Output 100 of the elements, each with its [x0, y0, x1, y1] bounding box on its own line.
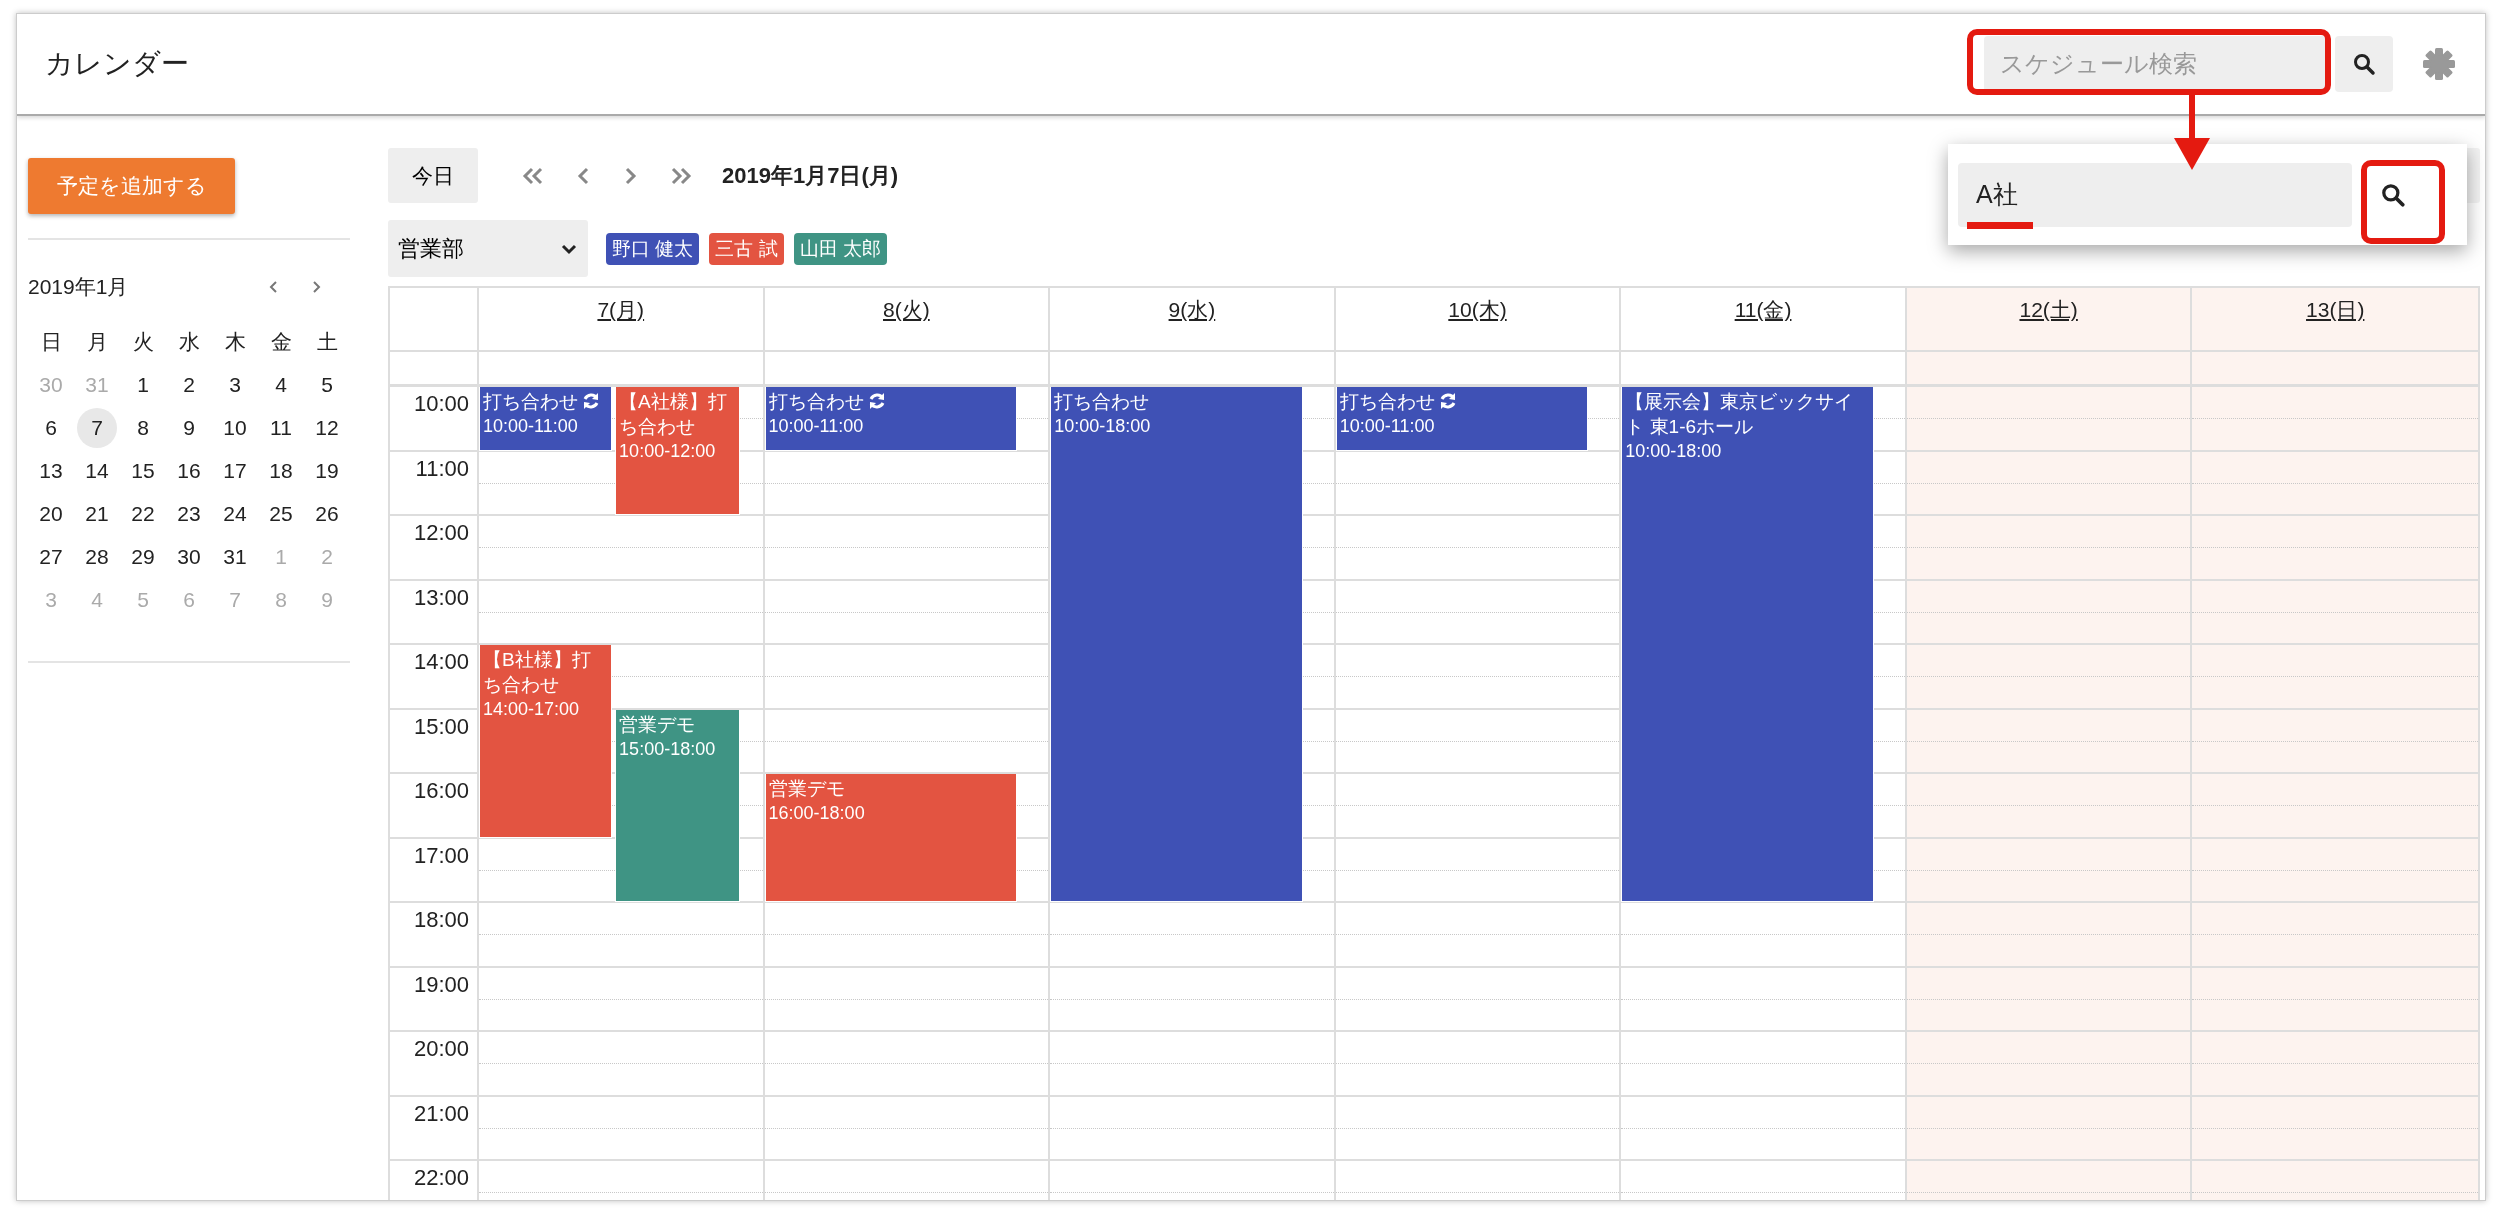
- calendar-day[interactable]: 21: [77, 493, 117, 534]
- calendar-day[interactable]: 18: [261, 450, 301, 491]
- time-label: 21:00: [413, 1100, 469, 1128]
- event-time: 10:00-18:00: [1625, 440, 1722, 463]
- time-label: 13:00: [413, 584, 469, 612]
- event-title: 打ち合わせ: [1339, 389, 1458, 414]
- calendar-day[interactable]: 25: [261, 493, 301, 534]
- day-header[interactable]: 8(火): [883, 296, 930, 324]
- settings-icon[interactable]: [2421, 46, 2457, 82]
- event-title: 【展示会】東京ビックサイト 東1-6ホール: [1625, 390, 1855, 439]
- weekday-label: 木: [223, 328, 247, 355]
- calendar-day[interactable]: 23: [169, 493, 209, 534]
- search-icon: [2352, 52, 2376, 76]
- calendar-day[interactable]: 27: [31, 536, 71, 577]
- calendar-day[interactable]: 13: [31, 450, 71, 491]
- event-time: 10:00-11:00: [768, 415, 864, 438]
- today-button[interactable]: 今日: [388, 148, 478, 203]
- time-label: 12:00: [413, 520, 469, 547]
- event-title: 打ち合わせ: [483, 389, 601, 414]
- event-block[interactable]: 【B社様】打ち合わせ 14:00-17:00: [479, 645, 613, 838]
- weekday-label: 水: [177, 328, 201, 355]
- highlight-underline: [1967, 222, 2033, 229]
- event-time: 10:00-11:00: [483, 415, 578, 438]
- month-title: 2019年1月: [28, 274, 129, 300]
- calendar-day[interactable]: 14: [77, 450, 117, 491]
- member-tag[interactable]: 野口 健太: [606, 232, 700, 265]
- calendar-day[interactable]: 28: [77, 536, 117, 577]
- calendar-day[interactable]: 11: [261, 407, 301, 448]
- calendar-day[interactable]: 19: [307, 450, 347, 491]
- member-tag[interactable]: 山田 太郎: [793, 232, 887, 265]
- calendar-day[interactable]: 2: [169, 364, 209, 405]
- time-label: 18:00: [413, 907, 469, 934]
- weekday-label: 金: [269, 328, 293, 355]
- calendar-day[interactable]: 16: [169, 450, 209, 491]
- event-title: 営業デモ: [768, 777, 845, 801]
- calendar-day[interactable]: 24: [215, 493, 255, 534]
- time-label: 22:00: [413, 1165, 469, 1192]
- event-block[interactable]: 営業デモ 16:00-18:00: [764, 774, 1017, 902]
- day-header[interactable]: 12(土): [2019, 296, 2078, 324]
- current-date: 2019年1月7日(月): [722, 161, 899, 190]
- time-label: 17:00: [413, 842, 469, 870]
- time-label: 15:00: [413, 713, 469, 741]
- time-label: 20:00: [413, 1036, 469, 1063]
- event-title: 【B社様】打ち合わせ: [483, 648, 592, 697]
- event-block[interactable]: 【A社様】打ち合わせ 10:00-12:00: [615, 387, 740, 515]
- member-tag[interactable]: 三古 試: [709, 232, 784, 265]
- calendar-day[interactable]: 20: [31, 493, 71, 534]
- search-field[interactable]: A社: [1958, 162, 2352, 227]
- calendar-day[interactable]: 22: [123, 493, 163, 534]
- department-select[interactable]: 営業部: [388, 220, 588, 277]
- event-title: 【A社様】打ち合わせ: [619, 390, 728, 439]
- time-label: 16:00: [413, 778, 469, 805]
- day-header[interactable]: 11(金): [1734, 296, 1792, 324]
- weekday-label: 月: [85, 328, 109, 355]
- calendar-day[interactable]: 9: [169, 407, 209, 448]
- event-block[interactable]: 打ち合わせ 10:00-11:00: [764, 387, 1017, 451]
- event-time: 15:00-18:00: [619, 737, 716, 761]
- calendar-day[interactable]: 15: [123, 450, 163, 491]
- event-block[interactable]: 【展示会】東京ビックサイト 東1-6ホール 10:00-18:00: [1621, 387, 1874, 902]
- event-block[interactable]: 営業デモ 15:00-18:00: [615, 709, 740, 902]
- event-time: 16:00-18:00: [768, 802, 865, 825]
- app-title: カレンダー: [45, 47, 189, 81]
- day-header[interactable]: 13(日): [2306, 296, 2365, 324]
- event-block[interactable]: 打ち合わせ 10:00-11:00: [479, 387, 613, 451]
- calendar-day[interactable]: 29: [123, 536, 163, 577]
- calendar-day[interactable]: 4: [261, 364, 301, 405]
- calendar-day[interactable]: 10: [215, 407, 255, 448]
- calendar-day[interactable]: 17: [215, 450, 255, 491]
- event-time: 10:00-18:00: [1054, 415, 1151, 438]
- day-header[interactable]: 9(水): [1168, 296, 1216, 324]
- search-button[interactable]: [2335, 36, 2393, 92]
- day-header[interactable]: 7(月): [597, 296, 645, 324]
- event-time: 10:00-11:00: [1339, 415, 1435, 438]
- time-label: 19:00: [413, 971, 469, 999]
- time-label: 10:00: [413, 391, 469, 418]
- chevron-down-icon: [560, 242, 578, 255]
- search-icon: [2380, 181, 2406, 208]
- weekday-label: 土: [315, 328, 339, 355]
- calendar-day[interactable]: 12: [307, 407, 347, 448]
- event-title: 打ち合わせ: [1054, 390, 1150, 414]
- event-title: 打ち合わせ: [768, 389, 887, 414]
- event-time: 10:00-12:00: [619, 440, 716, 463]
- calendar-day[interactable]: 5: [307, 364, 347, 405]
- event-block[interactable]: 打ち合わせ 10:00-11:00: [1335, 387, 1589, 451]
- calendar-day[interactable]: 31: [215, 536, 255, 577]
- time-label: 11:00: [415, 455, 469, 483]
- time-label: 14:00: [413, 649, 469, 676]
- event-block[interactable]: 打ち合わせ 10:00-18:00: [1050, 387, 1303, 902]
- calendar-day[interactable]: 6: [31, 407, 71, 448]
- calendar-day[interactable]: 26: [307, 493, 347, 534]
- calendar-day[interactable]: 1: [123, 364, 163, 405]
- event-title: 営業デモ: [619, 712, 696, 737]
- calendar-day[interactable]: 3: [215, 364, 255, 405]
- calendar-day[interactable]: 7: [77, 407, 117, 448]
- event-time: 14:00-17:00: [483, 698, 580, 721]
- weekday-label: 火: [131, 328, 155, 355]
- day-header[interactable]: 10(木): [1448, 296, 1507, 324]
- calendar-day[interactable]: 8: [123, 407, 163, 448]
- weekday-label: 日: [39, 328, 63, 355]
- calendar-day[interactable]: 30: [169, 536, 209, 577]
